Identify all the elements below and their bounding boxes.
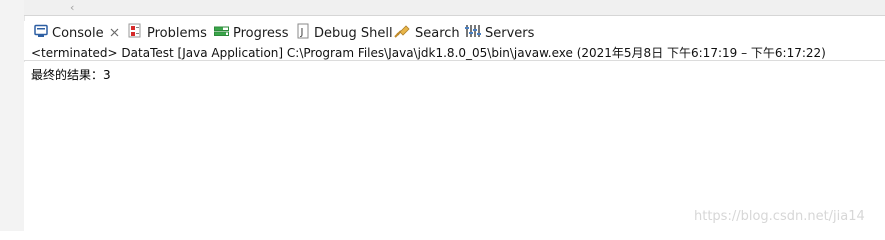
- close-icon[interactable]: [110, 27, 119, 40]
- servers-icon: [465, 24, 481, 42]
- left-gutter: [0, 0, 25, 231]
- watermark-text: https://blog.csdn.net/jia14: [694, 209, 865, 224]
- console-output-area[interactable]: 最终的结果：3: [24, 62, 885, 231]
- console-status-line: <terminated> DataTest [Java Application]…: [24, 45, 885, 61]
- tab-search[interactable]: Search: [394, 21, 460, 45]
- search-icon: [394, 24, 411, 43]
- progress-icon: [214, 25, 229, 41]
- tab-problems-label: Problems: [147, 25, 207, 41]
- tab-progress[interactable]: Progress: [214, 21, 288, 45]
- scroll-left-arrow-icon[interactable]: ‹: [70, 0, 74, 15]
- console-output-line: 最终的结果：3: [31, 68, 111, 82]
- horizontal-scrollbar[interactable]: ‹: [24, 0, 885, 16]
- tab-debug-shell[interactable]: J Debug Shell: [297, 21, 393, 45]
- tab-servers-label: Servers: [485, 25, 535, 41]
- tab-problems[interactable]: Problems: [128, 21, 207, 45]
- tab-servers[interactable]: Servers: [465, 21, 534, 45]
- scrollbar-thumb[interactable]: [86, 4, 884, 11]
- console-icon: [34, 24, 48, 42]
- svg-text:J: J: [300, 27, 304, 38]
- tab-progress-label: Progress: [233, 25, 289, 41]
- tab-debug-shell-label: Debug Shell: [314, 25, 393, 41]
- tab-console[interactable]: Console: [34, 21, 119, 45]
- tab-console-label: Console: [52, 25, 104, 41]
- debug-shell-icon: J: [297, 23, 310, 43]
- view-tab-bar: Console Problems Progress J Debug Shell …: [24, 21, 885, 45]
- problems-icon: [128, 23, 143, 43]
- tab-search-label: Search: [415, 25, 460, 41]
